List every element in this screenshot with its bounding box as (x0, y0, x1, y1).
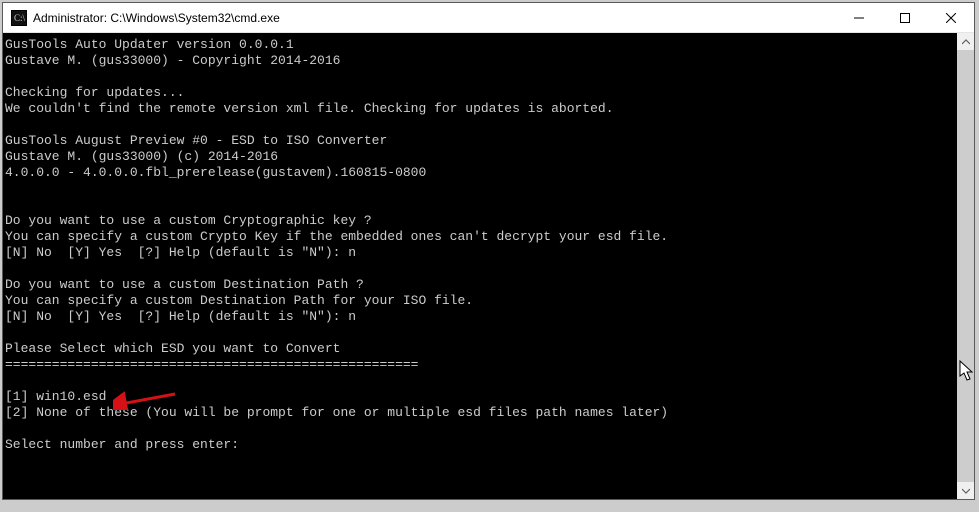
minimize-icon (854, 13, 864, 23)
scroll-down-button[interactable] (957, 482, 974, 499)
scroll-track[interactable] (957, 50, 974, 482)
scroll-up-button[interactable] (957, 33, 974, 50)
svg-text:C:\: C:\ (14, 13, 26, 23)
maximize-button[interactable] (882, 3, 928, 33)
close-button[interactable] (928, 3, 974, 33)
window-title: Administrator: C:\Windows\System32\cmd.e… (33, 11, 280, 25)
scrollbar[interactable] (957, 33, 974, 499)
scroll-thumb[interactable] (957, 50, 974, 482)
maximize-icon (900, 13, 910, 23)
terminal-text: GusTools Auto Updater version 0.0.0.1 Gu… (5, 37, 668, 452)
cmd-icon: C:\ (11, 10, 27, 26)
terminal-output[interactable]: GusTools Auto Updater version 0.0.0.1 Gu… (3, 33, 974, 499)
titlebar[interactable]: C:\ Administrator: C:\Windows\System32\c… (3, 3, 974, 33)
chevron-up-icon (962, 38, 970, 46)
close-icon (946, 13, 956, 23)
chevron-down-icon (962, 487, 970, 495)
cmd-window: C:\ Administrator: C:\Windows\System32\c… (2, 2, 975, 500)
minimize-button[interactable] (836, 3, 882, 33)
